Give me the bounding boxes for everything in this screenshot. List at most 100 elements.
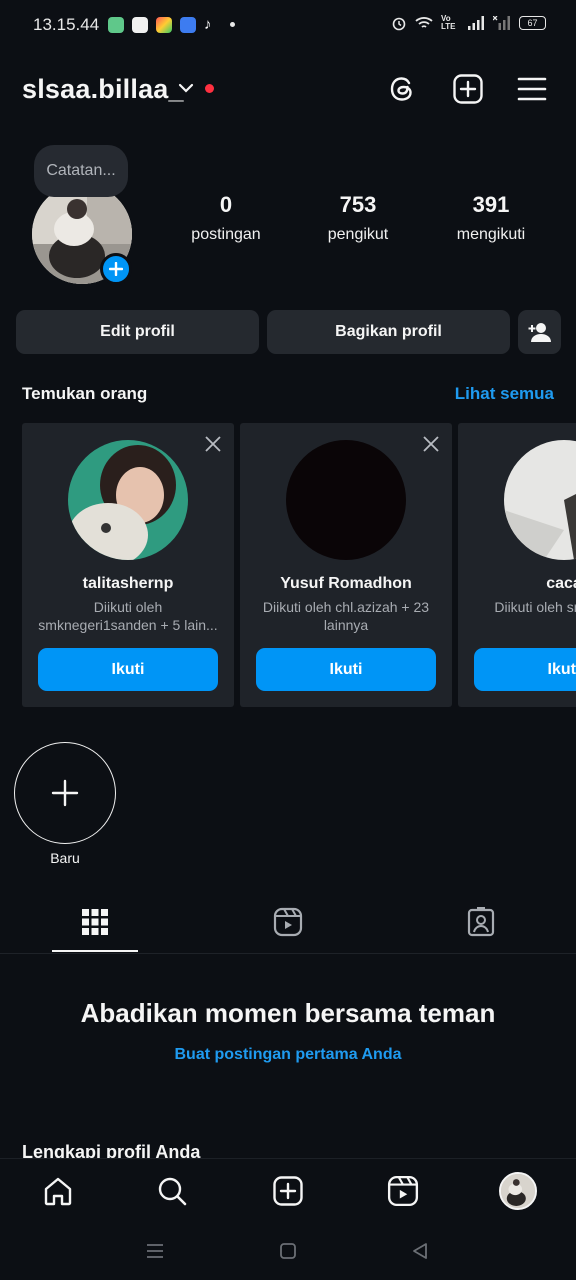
recent-apps-button[interactable] <box>143 1240 167 1262</box>
plus-icon <box>51 779 79 807</box>
username[interactable]: slsaa.billaa_ <box>22 74 184 105</box>
instagram-profile-screen: 13.15.44 ♪ Vo LTE 67 slsaa.billaa_ Catat… <box>0 0 576 1280</box>
app-notification-icon <box>180 16 196 33</box>
suggestion-avatar[interactable] <box>504 440 576 560</box>
suggestion-mutuals: Diikuti oleh chl.azizah + 23 lainnya <box>262 599 430 633</box>
chevron-down-icon[interactable] <box>178 82 194 94</box>
signal-no-service-icon <box>493 16 510 30</box>
note-bubble[interactable]: Catatan... <box>34 145 128 197</box>
search-icon <box>158 1177 187 1206</box>
stat-label: postingan <box>191 226 261 243</box>
suggestion-card[interactable]: talitashernp Diikuti oleh smknegeri1sand… <box>22 423 234 707</box>
tagged-icon <box>467 907 495 937</box>
back-triangle-icon <box>413 1243 427 1259</box>
stat-value: 753 <box>339 192 377 217</box>
bottom-navigation <box>0 1158 576 1222</box>
avatar-photo <box>501 1174 535 1208</box>
battery-level: 67 <box>527 18 538 28</box>
suggestion-mutuals: Diikuti oleh smu lainny <box>494 599 576 615</box>
menu-icon <box>517 77 547 101</box>
add-story-button[interactable] <box>100 253 132 285</box>
create-button[interactable] <box>451 72 485 106</box>
note-placeholder: Catatan... <box>46 162 116 179</box>
create-icon <box>453 74 483 104</box>
follow-button[interactable]: Ikuti <box>474 648 576 691</box>
stat-following[interactable]: 391 mengikuti <box>436 192 546 244</box>
reels-icon <box>387 1175 419 1207</box>
volte-label: Vo LTE <box>441 14 456 31</box>
signal-icon <box>468 16 484 30</box>
suggestion-card[interactable]: caca Diikuti oleh smu lainny Ikuti <box>458 423 576 707</box>
close-icon[interactable] <box>422 435 440 453</box>
suggestion-photo <box>504 440 576 560</box>
suggestion-name[interactable]: Yusuf Romadhon <box>240 575 452 593</box>
share-profile-button[interactable]: Bagikan profil <box>267 310 510 354</box>
status-time: 13.15.44 <box>33 15 100 34</box>
menu-icon <box>147 1244 163 1258</box>
wifi-icon <box>415 17 433 28</box>
suggestion-name[interactable]: caca <box>458 575 576 593</box>
edit-profile-button[interactable]: Edit profil <box>16 310 259 354</box>
back-button[interactable] <box>408 1240 432 1262</box>
shop-notification-icon <box>132 16 148 33</box>
create-icon <box>273 1176 303 1206</box>
nav-create[interactable] <box>268 1171 308 1211</box>
stat-posts[interactable]: 0 postingan <box>171 192 281 244</box>
nav-profile[interactable] <box>498 1171 538 1211</box>
profile-avatar <box>499 1172 537 1210</box>
discover-people-button[interactable] <box>518 310 561 354</box>
suggestion-card[interactable]: Yusuf Romadhon Diikuti oleh chl.azizah +… <box>240 423 452 707</box>
threads-icon <box>390 77 412 101</box>
see-all-link[interactable]: Lihat semua <box>455 384 554 404</box>
nav-reels[interactable] <box>383 1171 423 1211</box>
square-icon <box>280 1243 296 1259</box>
nav-search[interactable] <box>152 1171 192 1211</box>
notification-dot <box>205 84 214 93</box>
more-notifications-dot <box>229 22 235 27</box>
profile-tabs <box>0 890 576 954</box>
empty-state-title: Abadikan momen bersama teman <box>80 998 496 1028</box>
app-notification-icon <box>108 16 124 33</box>
follow-button[interactable]: Ikuti <box>38 648 218 691</box>
battery-icon: 67 <box>519 16 546 30</box>
close-icon[interactable] <box>204 435 222 453</box>
new-highlight-button[interactable] <box>14 742 116 844</box>
tab-reels[interactable] <box>245 890 331 954</box>
profile-header: slsaa.billaa_ <box>0 62 576 118</box>
reels-icon <box>273 907 303 937</box>
tab-posts[interactable] <box>52 890 138 954</box>
add-person-icon <box>528 323 551 342</box>
stat-label: pengikut <box>327 226 389 243</box>
suggestion-name[interactable]: talitashernp <box>22 575 234 593</box>
suggestion-mutuals: Diikuti oleh smknegeri1sanden + 5 lain..… <box>38 599 218 633</box>
tiktok-icon: ♪ <box>204 16 212 33</box>
alarm-icon <box>392 17 406 31</box>
suggestion-photo <box>68 440 188 560</box>
status-bar: 13.15.44 ♪ Vo LTE 67 <box>0 0 576 50</box>
stat-label: mengikuti <box>456 226 526 243</box>
create-first-post-link[interactable]: Buat postingan pertama Anda <box>0 1046 576 1064</box>
threads-button[interactable] <box>385 72 419 106</box>
home-icon <box>44 1177 72 1206</box>
notification-icons: ♪ <box>108 16 235 33</box>
tab-tagged[interactable] <box>438 890 524 954</box>
suggestion-avatar[interactable] <box>286 440 406 560</box>
grid-icon <box>82 909 108 935</box>
stat-followers[interactable]: 753 pengikut <box>303 192 413 244</box>
suggestion-carousel[interactable]: talitashernp Diikuti oleh smknegeri1sand… <box>22 423 576 708</box>
photos-notification-icon <box>156 16 172 33</box>
suggestion-avatar[interactable] <box>68 440 188 560</box>
system-navigation-bar <box>0 1222 576 1280</box>
stat-value: 0 <box>219 192 233 217</box>
new-highlight-label: Baru <box>50 850 80 866</box>
home-button[interactable] <box>276 1240 300 1262</box>
plus-icon <box>109 262 123 276</box>
nav-home[interactable] <box>38 1171 78 1211</box>
active-tab-indicator <box>52 950 138 952</box>
profile-actions: Edit profil Bagikan profil <box>16 310 561 354</box>
discover-title: Temukan orang <box>22 384 148 403</box>
menu-button[interactable] <box>515 72 549 106</box>
follow-button[interactable]: Ikuti <box>256 648 436 691</box>
system-icons: Vo LTE 67 <box>391 15 546 31</box>
stat-value: 391 <box>472 192 510 217</box>
